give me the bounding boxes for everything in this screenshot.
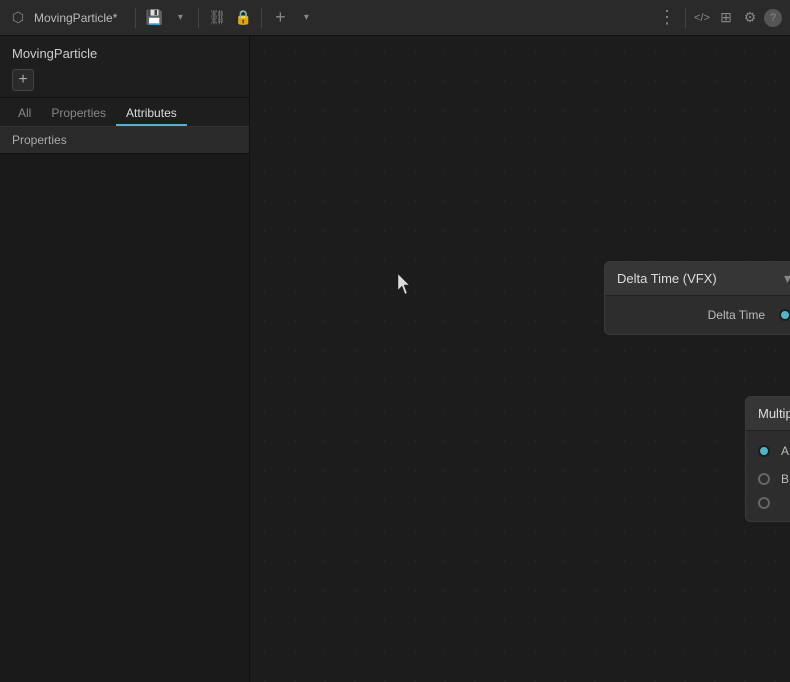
panel-header: MovingParticle + — [0, 36, 249, 98]
divider-4 — [685, 8, 686, 28]
code-icon[interactable]: </> — [692, 8, 712, 28]
panel-title: MovingParticle — [12, 46, 237, 61]
main-layout: MovingParticle + All Properties Attribut… — [0, 36, 790, 682]
port-delta-time-label: Delta Time — [708, 308, 765, 322]
port-multiply-b-label: B — [776, 472, 790, 486]
node-multiply-header: Multiply (float) ⚙ ▾ — [746, 397, 790, 431]
cursor — [398, 274, 412, 294]
port-multiply-a: A — [758, 437, 790, 465]
panel-content — [0, 154, 249, 682]
port-multiply-b-dot[interactable] — [758, 473, 770, 485]
node-delta-time-collapse-icon[interactable]: ▾ — [784, 270, 790, 287]
divider-1 — [135, 8, 136, 28]
save-icon[interactable]: 💾 — [144, 8, 164, 28]
unity-logo-icon[interactable]: ⬡ — [8, 8, 28, 28]
window-title: MovingParticle* — [34, 11, 117, 25]
port-multiply-b: B — [758, 465, 790, 493]
divider-3 — [261, 8, 262, 28]
connections-svg — [250, 36, 550, 186]
add-property-button[interactable]: + — [12, 69, 34, 91]
node-delta-time-header: Delta Time (VFX) ▾ — [605, 262, 790, 296]
node-multiply: Multiply (float) ⚙ ▾ A B — [745, 396, 790, 522]
tab-properties[interactable]: Properties — [41, 102, 116, 126]
save-arrow-icon[interactable]: ▾ — [170, 8, 190, 28]
node-multiply-title: Multiply (float) — [758, 406, 790, 421]
port-multiply-a-label: A — [776, 444, 790, 458]
top-bar: ⬡ MovingParticle* 💾 ▾ ⛓ 🔒 + ▾ ⋮ </> ⊞ ⚙ … — [0, 0, 790, 36]
top-bar-right: </> ⊞ ⚙ ? — [683, 8, 782, 28]
port-delta-time-output: Delta Time — [617, 304, 790, 326]
port-multiply-extra — [758, 493, 790, 513]
divider-2 — [198, 8, 199, 28]
settings-icon[interactable]: ⚙ — [740, 8, 760, 28]
layout-icon[interactable]: ⊞ — [716, 8, 736, 28]
help-icon[interactable]: ? — [764, 9, 782, 27]
lock-icon[interactable]: 🔒 — [233, 8, 253, 28]
canvas-area[interactable]: Delta Time (VFX) ▾ Delta Time Multiply (… — [250, 36, 790, 682]
node-multiply-body: A B — [746, 431, 790, 521]
link-icon[interactable]: ⛓ — [207, 8, 227, 28]
add-arrow-icon[interactable]: ▾ — [296, 8, 316, 28]
node-delta-time-body: Delta Time — [605, 296, 790, 334]
port-multiply-extra-dot[interactable] — [758, 497, 770, 509]
more-icon[interactable]: ⋮ — [657, 8, 677, 28]
tab-attributes[interactable]: Attributes — [116, 102, 187, 126]
tab-all[interactable]: All — [8, 102, 41, 126]
tabs-row: All Properties Attributes — [0, 98, 249, 127]
node-delta-time: Delta Time (VFX) ▾ Delta Time — [604, 261, 790, 335]
left-panel: MovingParticle + All Properties Attribut… — [0, 36, 250, 682]
node-delta-time-icons: ▾ — [784, 270, 790, 287]
port-delta-time-dot[interactable] — [779, 309, 790, 321]
node-delta-time-title: Delta Time (VFX) — [617, 271, 717, 286]
port-multiply-a-dot[interactable] — [758, 445, 770, 457]
add-icon[interactable]: + — [270, 8, 290, 28]
properties-section-header: Properties — [0, 127, 249, 154]
